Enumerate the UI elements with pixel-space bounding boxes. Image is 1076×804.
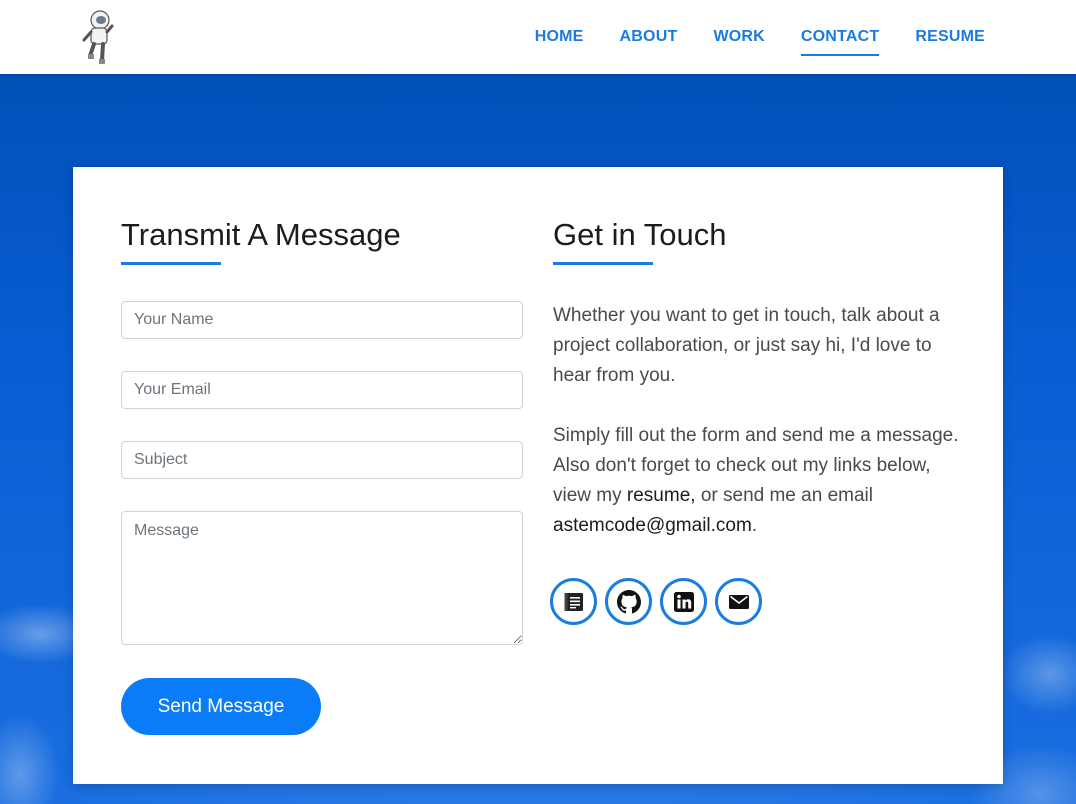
main-nav: HOME ABOUT WORK CONTACT RESUME — [499, 0, 985, 74]
name-input[interactable] — [121, 301, 523, 339]
contact-intro-text: Whether you want to get in touch, talk a… — [553, 305, 940, 386]
message-textarea[interactable] — [121, 511, 523, 645]
form-title-underline — [121, 262, 221, 265]
mail-icon-button[interactable] — [715, 578, 762, 625]
nav-contact[interactable]: CONTACT — [800, 28, 880, 56]
email-input[interactable] — [121, 371, 523, 409]
site-header: HOME ABOUT WORK CONTACT RESUME — [0, 0, 1076, 74]
send-message-button[interactable]: Send Message — [121, 678, 321, 735]
nav-about[interactable]: ABOUT — [620, 28, 678, 46]
astronaut-logo-icon[interactable] — [78, 6, 118, 66]
nav-resume[interactable]: RESUME — [915, 28, 985, 46]
nav-home[interactable]: HOME — [535, 28, 584, 46]
instructions-text-part-2: or send me an email — [695, 485, 873, 506]
instructions-text-part-3: . — [751, 515, 758, 536]
linkedin-icon — [673, 591, 694, 612]
github-icon — [616, 589, 641, 613]
mail-icon — [728, 594, 749, 609]
form-title: Transmit A Message — [121, 217, 401, 252]
social-links — [550, 578, 770, 625]
resume-icon-button[interactable] — [550, 578, 597, 625]
contact-title-underline — [553, 262, 653, 265]
linkedin-icon-button[interactable] — [660, 578, 707, 625]
resume-link[interactable]: resume, — [627, 485, 696, 506]
resume-icon — [564, 592, 583, 611]
subject-input[interactable] — [121, 441, 523, 479]
nav-work[interactable]: WORK — [713, 28, 764, 46]
contact-card: Transmit A Message Send Message Get in T… — [73, 167, 1003, 784]
email-link[interactable]: astemcode@gmail.com — [553, 515, 752, 536]
contact-instructions-text: Simply fill out the form and send me a m… — [553, 421, 963, 541]
contact-title: Get in Touch — [553, 217, 727, 252]
github-icon-button[interactable] — [605, 578, 652, 625]
